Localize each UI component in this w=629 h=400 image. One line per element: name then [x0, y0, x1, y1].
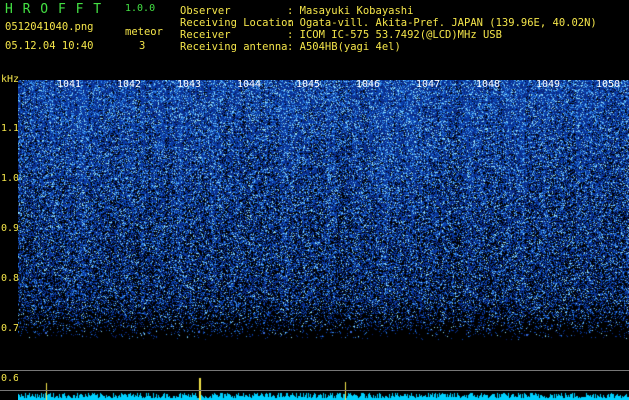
reference-line-upper: [0, 370, 629, 371]
meteor-label: meteor: [125, 26, 163, 38]
y-tick-1-0: 1.0: [1, 173, 20, 184]
receiver-value: : ICOM IC-575 53.7492(@LCD)MHz USB: [287, 29, 502, 41]
y-axis-label: kHz: [1, 74, 20, 85]
observer-value: : Masayuki Kobayashi: [287, 5, 414, 17]
observer-label: Observer: [180, 5, 231, 17]
filename: 0512041040.png: [5, 21, 94, 33]
x-tick-1044: 1044: [237, 79, 262, 90]
x-tick-1041: 1041: [57, 79, 82, 90]
location-label: Receiving Location: [180, 17, 294, 29]
x-tick-1049: 1049: [536, 79, 561, 90]
receiver-label: Receiver: [180, 29, 231, 41]
y-tick-0-6: 0.6: [1, 373, 20, 384]
x-tick-1043: 1043: [177, 79, 202, 90]
y-tick-0-8: 0.8: [1, 273, 20, 284]
x-tick-1045: 1045: [296, 79, 321, 90]
y-tick-0-9: 0.9: [1, 223, 20, 234]
location-value: : Ogata-vill. Akita-Pref. JAPAN (139.96E…: [287, 17, 597, 29]
x-tick-1048: 1048: [476, 79, 501, 90]
x-tick-1042: 1042: [117, 79, 142, 90]
spectrogram-heatmap: [18, 80, 629, 400]
app-version: 1.0.0: [125, 3, 156, 14]
y-tick-1-1: 1.1: [1, 123, 20, 134]
meteor-count: 3: [139, 40, 146, 52]
y-tick-0-7: 0.7: [1, 323, 20, 334]
antenna-value: : A504HB(yagi 4el): [287, 41, 401, 53]
x-tick-1046: 1046: [356, 79, 381, 90]
x-tick-1050: 1050: [596, 79, 621, 90]
antenna-label: Receiving antenna: [180, 41, 288, 53]
reference-line-lower: [0, 390, 629, 391]
x-tick-1047: 1047: [416, 79, 441, 90]
datetime: 05.12.04 10:40: [5, 40, 94, 52]
app-title: H R O F F T: [5, 2, 103, 17]
